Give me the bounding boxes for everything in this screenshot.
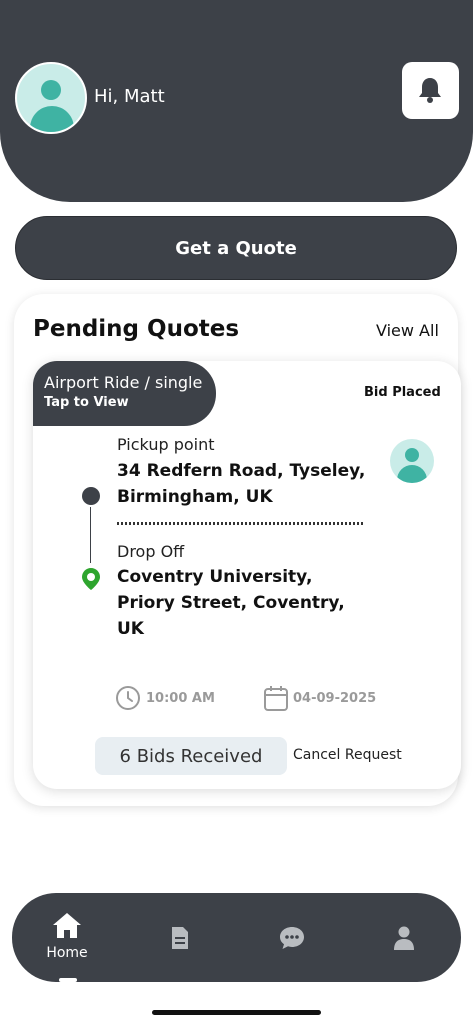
driver-avatar-icon [390,439,434,483]
status-badge: Bid Placed [364,385,441,400]
home-gesture-bar[interactable] [152,1010,321,1015]
clock-icon [116,686,140,710]
dropoff-address: Coventry University, Priory Street, Cove… [117,567,345,639]
time-text: 10:00 AM [146,690,215,706]
pickup-date: 04-09-2025 [264,685,376,711]
location-pin-icon [82,568,100,590]
ride-type-tag[interactable]: Airport Ride / single Tap to View [33,361,216,426]
cancel-request-button[interactable]: Cancel Request [293,747,402,763]
home-icon [53,913,81,938]
user-avatar-icon[interactable] [15,62,87,134]
view-all-link[interactable]: View All [376,321,439,340]
tab-home-label: Home [46,945,88,961]
tab-profile[interactable] [372,893,452,982]
date-text: 04-09-2025 [293,690,377,706]
tap-to-view-label: Tap to View [44,395,129,410]
pickup-label: Pickup point [117,435,215,454]
calendar-icon [264,686,288,711]
chat-icon [280,927,304,949]
pickup-dot-icon [82,487,100,505]
document-icon [172,927,188,949]
greeting-text: Hi, Matt [94,86,165,107]
profile-icon [394,926,414,950]
divider [117,522,365,525]
pickup-time: 10:00 AM [115,685,215,711]
tab-home[interactable]: Home [12,893,122,982]
active-tab-indicator [59,978,77,982]
bottom-tab-bar: Home [12,893,461,982]
bell-icon [419,78,441,103]
tab-documents[interactable] [152,893,232,982]
bids-received-button[interactable]: 6 Bids Received [95,737,287,775]
notification-button[interactable] [402,62,459,119]
ride-type-label: Airport Ride / single [44,373,203,392]
tab-chat[interactable] [262,893,342,982]
get-quote-button[interactable]: Get a Quote [15,216,457,280]
pickup-address: 34 Redfern Road, Tyseley, Birmingham, UK [117,461,366,507]
dropoff-label: Drop Off [117,542,185,561]
route-line [90,507,91,563]
pending-quotes-title: Pending Quotes [33,316,240,342]
